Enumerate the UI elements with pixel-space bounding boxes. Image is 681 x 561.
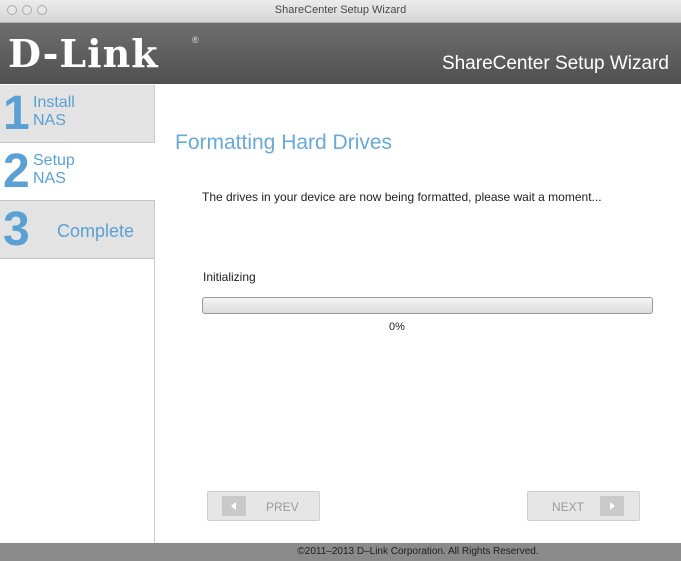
step-label: Install NAS xyxy=(33,94,75,129)
format-progress-bar xyxy=(202,297,653,314)
format-message: The drives in your device are now being … xyxy=(202,190,602,204)
prev-button-label: PREV xyxy=(266,500,299,514)
step-label: Complete xyxy=(57,221,135,241)
step-install-nas: 1 Install NAS xyxy=(0,85,155,143)
step-complete: 3 Complete xyxy=(0,201,155,259)
step-label: Setup NAS xyxy=(33,152,75,187)
next-button[interactable]: NEXT xyxy=(527,491,640,521)
window-title: ShareCenter Setup Wizard xyxy=(274,4,407,16)
app-header: D-Link ® ShareCenter Setup Wizard xyxy=(0,23,681,84)
footer-bar: ©2011–2013 D–Link Corporation. All Right… xyxy=(0,543,681,561)
progress-status-label: Initializing xyxy=(203,270,256,284)
step-number: 1 xyxy=(3,87,30,140)
prev-arrow-icon xyxy=(222,496,246,516)
step-setup-nas: 2 Setup NAS xyxy=(0,143,155,201)
prev-button[interactable]: PREV xyxy=(207,491,320,521)
next-arrow-icon xyxy=(600,496,624,516)
wizard-steps-sidebar: 1 Install NAS 2 Setup NAS 3 Complete xyxy=(0,85,155,543)
header-title: ShareCenter Setup Wizard xyxy=(441,53,669,74)
registered-mark: ® xyxy=(192,35,199,45)
step-number: 3 xyxy=(3,203,30,256)
page-title: Formatting Hard Drives xyxy=(175,131,393,154)
next-button-label: NEXT xyxy=(552,500,585,514)
copyright-text: ©2011–2013 D–Link Corporation. All Right… xyxy=(297,546,539,557)
dlink-logo: D-Link xyxy=(8,31,159,76)
step-number: 2 xyxy=(3,145,30,198)
window-titlebar: ShareCenter Setup Wizard xyxy=(0,0,681,23)
progress-percent-text: 0% xyxy=(389,321,405,333)
